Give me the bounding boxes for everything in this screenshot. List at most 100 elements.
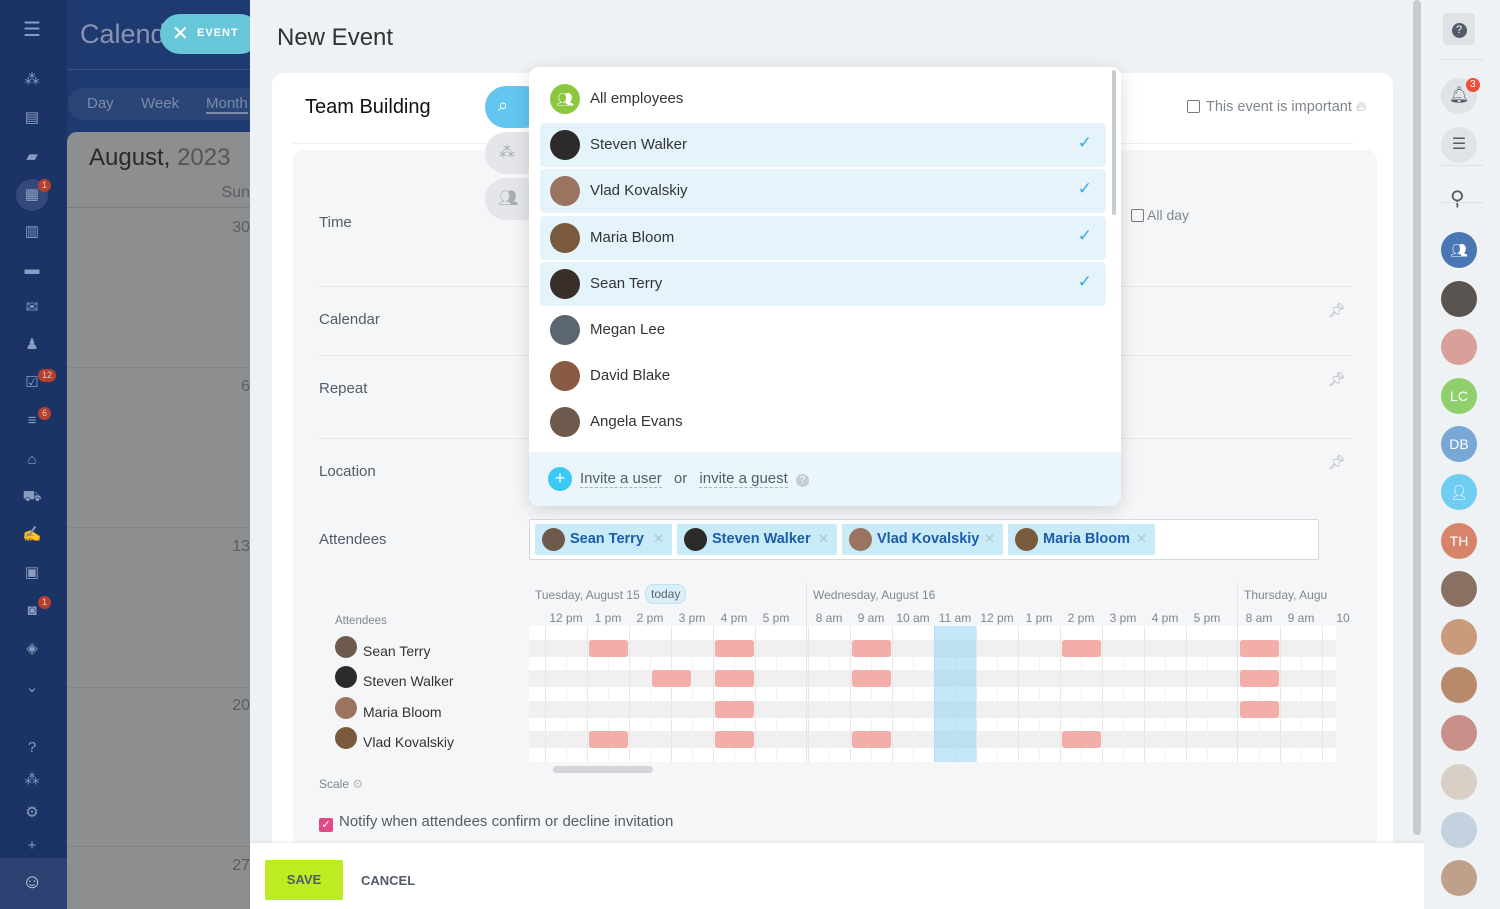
hour-label: 12 pm (980, 611, 1014, 625)
attendee-chip[interactable]: Vlad Kovalskiy ✕ (842, 524, 1003, 555)
check-icon: ✓ (1077, 133, 1092, 153)
box-icon[interactable]: ◈ (22, 639, 42, 659)
remove-icon[interactable]: ✕ (984, 531, 995, 547)
group-chat-icon[interactable]: 👥︎ (1441, 232, 1477, 268)
busy-block (852, 670, 891, 687)
avatar-th[interactable]: TH (1441, 523, 1477, 559)
remove-icon[interactable]: ✕ (1136, 531, 1147, 547)
timeline-attendees-header: Attendees (335, 615, 387, 627)
day-number: 20 (232, 697, 250, 714)
logo-icon[interactable]: ☺ (22, 872, 42, 892)
avatar[interactable] (1441, 571, 1477, 607)
avatar[interactable] (1441, 667, 1477, 703)
help-icon[interactable]: ? (795, 474, 809, 487)
hour-label: 2 pm (1067, 611, 1095, 625)
news-icon[interactable]: ▤ (22, 108, 42, 128)
sitemap-icon[interactable]: ⁂ (22, 770, 42, 790)
sign-icon[interactable]: ✍ (22, 525, 42, 545)
close-event-button[interactable]: ✕ EVENT (160, 14, 260, 54)
weekday-header: Sun (221, 184, 250, 201)
dropdown-item-name: Steven Walker (590, 136, 687, 154)
today-badge: today (645, 584, 687, 604)
attendee-chip[interactable]: Steven Walker ✕ (677, 524, 837, 555)
save-button[interactable]: SAVE (265, 860, 343, 900)
dropdown-item[interactable]: Maria Bloom ✓ (540, 215, 1106, 260)
company-icon[interactable]: ⌂ (22, 450, 42, 470)
documents-icon[interactable]: ▥ (22, 222, 42, 242)
pin-icon[interactable]: 📌︎ (1328, 454, 1346, 471)
attendee-name: Sean Terry (363, 643, 431, 659)
help-icon[interactable]: ? (22, 738, 42, 758)
cart-icon[interactable]: ⛟ (22, 487, 42, 507)
dropdown-item[interactable]: David Blake (540, 354, 1106, 398)
attendee-chip[interactable]: Maria Bloom ✕ (1008, 524, 1155, 555)
busy-block (589, 731, 628, 748)
form-footer: SAVE CANCEL (250, 843, 1424, 909)
remove-icon[interactable]: ✕ (653, 531, 664, 547)
settings-icon[interactable]: ⚙ (22, 803, 42, 823)
plus-icon[interactable]: + (548, 467, 572, 491)
dropdown-item[interactable]: Steven Walker ✓ (540, 123, 1106, 168)
scale-label[interactable]: Scale ⚙ (319, 777, 363, 791)
cancel-button[interactable]: CANCEL (361, 873, 415, 888)
attendee-chip[interactable]: Sean Terry ✕ (535, 524, 672, 555)
panel-scrollbar[interactable] (1413, 0, 1421, 835)
search-icon[interactable]: ⚲ (1450, 186, 1465, 211)
avatar[interactable] (1441, 812, 1477, 848)
feed-icon[interactable]: ⁂ (22, 70, 42, 90)
dropdown-item-name: Sean Terry (590, 274, 663, 292)
chat-icon[interactable]: ▰ (22, 147, 42, 167)
mail-icon[interactable]: ✉ (22, 298, 42, 318)
dropdown-scrollbar[interactable] (1112, 70, 1116, 215)
pin-icon[interactable]: 📌︎ (1328, 371, 1346, 388)
avatar[interactable] (1441, 764, 1477, 800)
hour-label: 3 pm (1109, 611, 1137, 625)
pin-icon[interactable]: 📌︎ (1328, 302, 1346, 319)
remove-icon[interactable]: ✕ (818, 531, 829, 547)
important-checkbox[interactable]: This event is important 🔥︎ (1187, 99, 1367, 115)
dropdown-item[interactable]: 👥︎ All employees (540, 77, 1106, 121)
dropdown-item[interactable]: Megan Lee (540, 308, 1106, 352)
avatar-db[interactable]: DB (1441, 426, 1477, 462)
avatar (335, 697, 357, 719)
close-icon: ✕ (172, 23, 189, 45)
help-button[interactable]: ? (1443, 13, 1475, 45)
gear-icon: ⚙ (352, 777, 364, 791)
avatar[interactable] (1441, 715, 1477, 751)
dropdown-item[interactable]: Vlad Kovalskiy ✓ (540, 169, 1106, 214)
view-month[interactable]: Month (206, 95, 248, 114)
attendees-input[interactable]: Sean Terry ✕ Steven Walker ✕ Vlad Kovalskiy ✕… (529, 519, 1319, 560)
view-week[interactable]: Week (141, 95, 179, 112)
user-clock-icon[interactable]: 👤︎ (1441, 474, 1477, 510)
invite-guest-link[interactable]: invite a guest (699, 470, 788, 488)
view-day[interactable]: Day (87, 95, 114, 112)
attendees-label: Attendees (319, 531, 387, 548)
avatar[interactable] (1441, 860, 1477, 896)
dropdown-item[interactable]: Sean Terry ✓ (540, 261, 1106, 306)
avatar-lc[interactable]: LC (1441, 378, 1477, 414)
timeline-day-label: Tuesday, August 15 (535, 588, 640, 602)
avatar (550, 361, 580, 392)
all-day-checkbox[interactable]: All day (1131, 207, 1189, 223)
avatar (335, 636, 357, 658)
invite-user-link[interactable]: Invite a user (580, 470, 662, 488)
avatar (684, 528, 707, 551)
more-icon[interactable]: ⌄ (22, 678, 42, 698)
menu-icon[interactable]: ☰ (22, 20, 42, 40)
avatar[interactable] (1441, 329, 1477, 365)
drive-icon[interactable]: ▬ (22, 260, 42, 280)
timeline-scrollbar[interactable] (553, 766, 653, 773)
chat-list-icon[interactable]: ☰ (1441, 127, 1477, 163)
add-icon[interactable]: + (22, 836, 42, 856)
event-name-input[interactable]: Team Building (305, 96, 431, 119)
day-number: 6 (241, 378, 250, 395)
notify-checkbox[interactable]: ✓ Notify when attendees confirm or declin… (319, 813, 673, 832)
groups-icon[interactable]: ♟ (22, 335, 42, 355)
timeline-day-label: Wednesday, August 16 (813, 588, 936, 602)
contact-card-icon[interactable]: ▣ (22, 563, 42, 583)
dropdown-item[interactable]: Angela Evans (540, 400, 1106, 444)
avatar[interactable] (1441, 281, 1477, 317)
selected-time-slot[interactable] (934, 626, 976, 762)
hour-label: 8 am (815, 611, 843, 625)
avatar[interactable] (1441, 619, 1477, 655)
